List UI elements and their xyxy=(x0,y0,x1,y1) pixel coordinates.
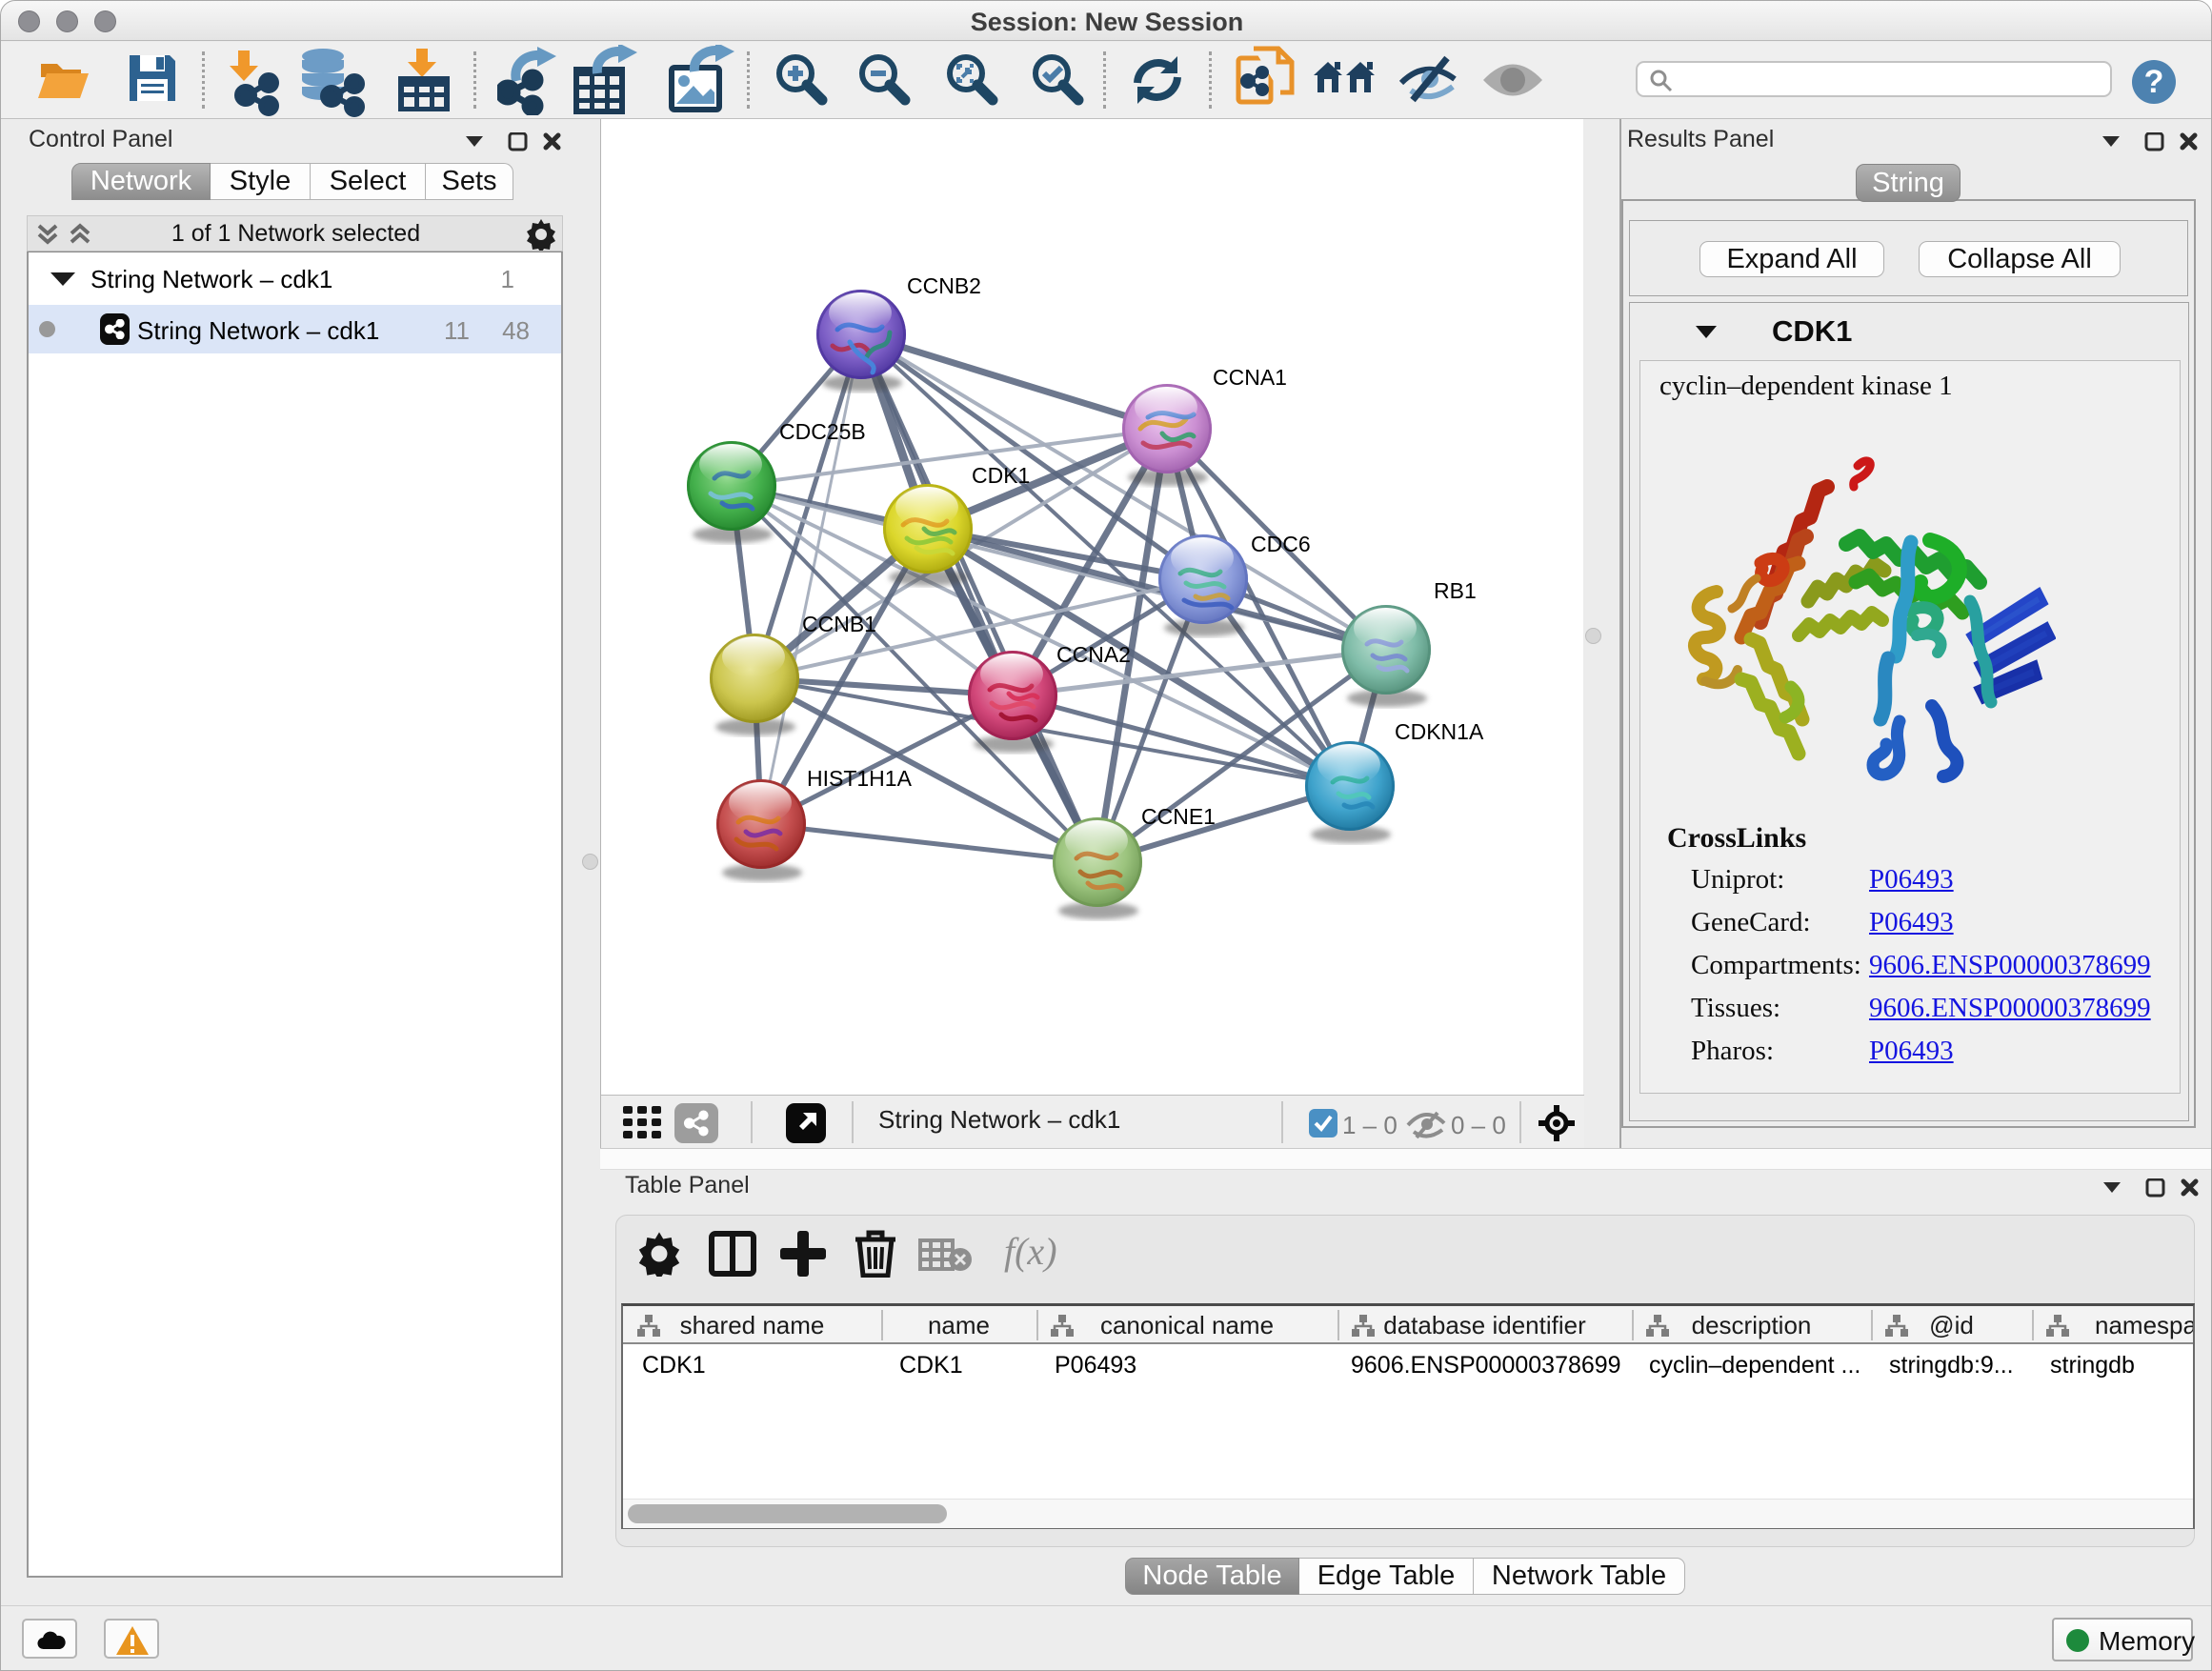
svg-text:CDC25B: CDC25B xyxy=(779,419,866,444)
svg-text:CCNB2: CCNB2 xyxy=(907,273,981,298)
svg-text:HIST1H1A: HIST1H1A xyxy=(807,766,913,791)
svg-text:CDK1: CDK1 xyxy=(972,463,1030,488)
svg-text:RB1: RB1 xyxy=(1434,578,1477,603)
svg-text:CCNE1: CCNE1 xyxy=(1141,804,1216,829)
svg-text:CDC6: CDC6 xyxy=(1251,532,1311,556)
svg-text:CCNA2: CCNA2 xyxy=(1056,642,1131,667)
svg-text:CCNA1: CCNA1 xyxy=(1213,365,1287,390)
svg-text:CCNB1: CCNB1 xyxy=(802,612,876,636)
svg-text:CDKN1A: CDKN1A xyxy=(1395,719,1484,744)
